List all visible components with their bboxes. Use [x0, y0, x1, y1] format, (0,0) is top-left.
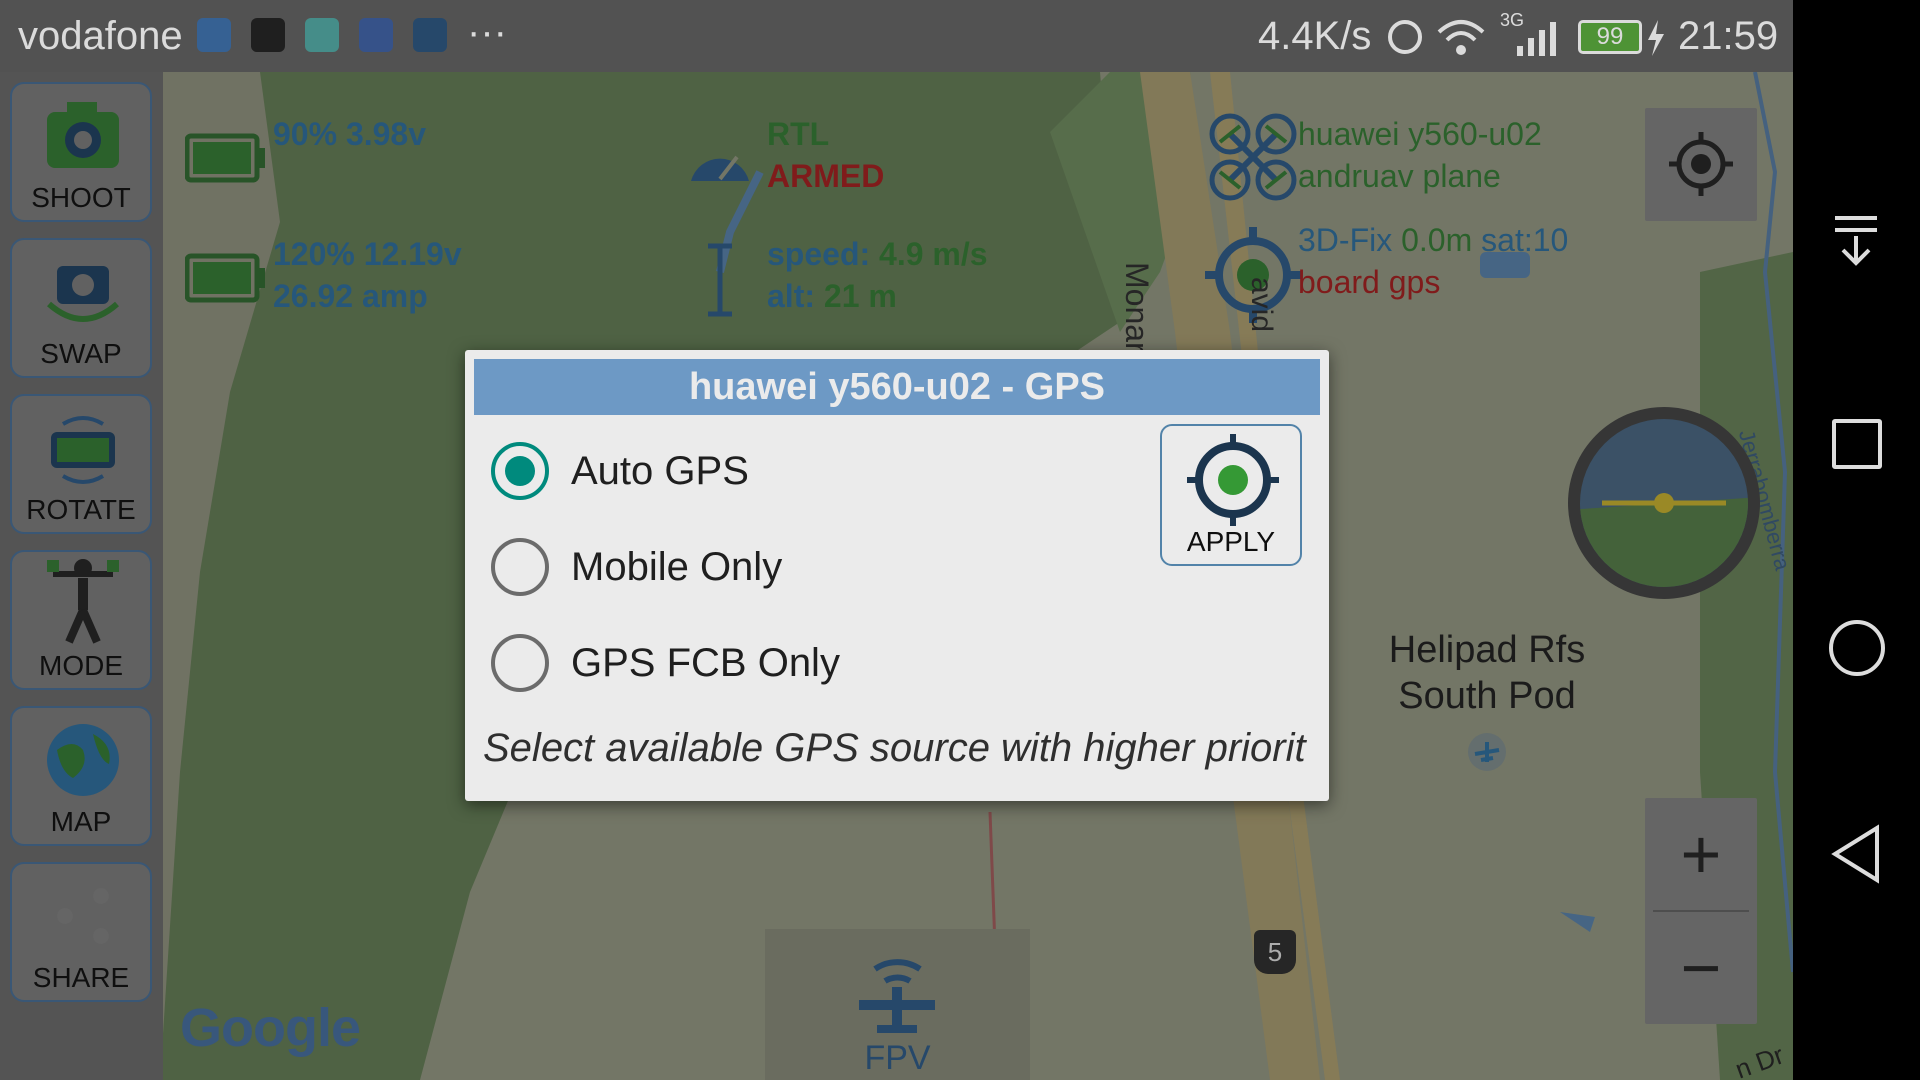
- alt-readout: alt: 21 m: [767, 278, 897, 315]
- zoom-in-button[interactable]: +: [1645, 798, 1757, 910]
- option-auto-gps[interactable]: Auto GPS: [491, 436, 749, 506]
- attitude-indicator: [1566, 405, 1762, 606]
- back-button[interactable]: [1829, 824, 1883, 884]
- pilot-icon: [47, 559, 119, 644]
- facebook-icon: [359, 18, 393, 52]
- shoot-label: SHOOT: [31, 182, 131, 213]
- speed-readout: speed: 4.9 m/s: [767, 236, 988, 273]
- radio-auto-gps[interactable]: [491, 442, 549, 500]
- vehicle-type: andruav plane: [1298, 158, 1501, 194]
- option-auto-gps-label: Auto GPS: [571, 448, 749, 493]
- swap-button[interactable]: SWAP: [10, 238, 152, 378]
- battery1-readout: 90% 3.98v: [273, 116, 427, 152]
- zoom-out-button[interactable]: −: [1645, 912, 1757, 1024]
- battery2-voltage: 120% 12.19v: [273, 236, 462, 272]
- status-bar: vodafone ··· 4.4K/s 3G 99 21:59: [0, 0, 1793, 72]
- home-button[interactable]: [1829, 620, 1885, 676]
- globe-icon: [47, 724, 119, 796]
- battery-status: 99: [1578, 20, 1642, 54]
- gps-fix: 3D-Fix: [1298, 222, 1393, 258]
- network-speed: 4.4K/s: [1258, 14, 1372, 58]
- alt-label: alt:: [767, 278, 815, 314]
- option-mobile-only[interactable]: Mobile Only: [491, 532, 782, 602]
- option-gps-fcb-only[interactable]: GPS FCB Only: [491, 628, 840, 698]
- option-gps-fcb-only-label: GPS FCB Only: [571, 640, 840, 685]
- rotate-button[interactable]: ROTATE: [10, 394, 152, 534]
- speed-value: 4.9 m/s: [879, 236, 988, 272]
- gps-status: 3D-Fix 0.0m sat:10: [1298, 222, 1568, 259]
- option-mobile-only-label: Mobile Only: [571, 544, 783, 589]
- gps-source: board gps: [1298, 264, 1441, 300]
- battery-icon: [184, 132, 267, 189]
- map-label: MAP: [50, 806, 112, 837]
- zoom-controls: + −: [1645, 798, 1757, 1024]
- speed-label: speed:: [767, 236, 871, 272]
- wifi-icon: [1437, 20, 1485, 55]
- apply-label: APPLY: [1186, 526, 1276, 557]
- camera-icon: [47, 102, 119, 168]
- airport-icon[interactable]: [1467, 732, 1507, 777]
- shoot-button[interactable]: SHOOT: [10, 82, 152, 222]
- arm-state: ARMED: [767, 158, 885, 194]
- radio-gps-fcb-only[interactable]: [491, 634, 549, 692]
- fpv-button[interactable]: FPV: [765, 929, 1030, 1080]
- charging-icon: [1648, 20, 1664, 56]
- rotate-label: ROTATE: [26, 494, 136, 525]
- alt-value: 21 m: [823, 278, 897, 314]
- gps-sat: sat:10: [1481, 222, 1569, 258]
- map-button[interactable]: MAP: [10, 706, 152, 846]
- health-app-icon: [251, 18, 285, 52]
- carrier-name: vodafone: [18, 14, 183, 58]
- mode-label: MODE: [39, 650, 123, 681]
- more-notifications-icon: ···: [467, 10, 507, 54]
- gps-source-dialog: huawei y560-u02 - GPS Auto GPS Mobile On…: [465, 350, 1329, 801]
- plane-signal-icon: [859, 959, 935, 1033]
- notification-pulldown-icon[interactable]: [1833, 214, 1879, 266]
- speedometer-icon: [685, 127, 755, 192]
- apply-button[interactable]: APPLY: [1160, 424, 1302, 566]
- dialog-title: huawei y560-u02 - GPS: [474, 359, 1320, 415]
- andruav-app-icon: [413, 18, 447, 52]
- rotate-icon: [51, 416, 115, 484]
- crosshair-icon: [1669, 132, 1733, 196]
- dialog-hint: Select available GPS source with higher …: [483, 726, 1306, 770]
- share-icon: [57, 888, 109, 944]
- route-shield: 5: [1254, 930, 1296, 974]
- poi-line2: South Pod: [1398, 675, 1576, 717]
- left-toolbar: SHOOT SWAP ROTATE MODE MAP SHARE: [0, 72, 163, 1080]
- vehicle-name: huawei y560-u02: [1298, 116, 1542, 152]
- my-location-button[interactable]: [1645, 108, 1757, 221]
- drone-icon: [1208, 112, 1298, 207]
- swap-camera-icon: [47, 266, 119, 322]
- battery2-current: 26.92 amp: [273, 278, 428, 314]
- poi-line1: Helipad Rfs: [1388, 629, 1586, 671]
- recent-apps-button[interactable]: [1832, 419, 1882, 469]
- android-app-icon: [305, 18, 339, 52]
- clock: 21:59: [1678, 14, 1779, 58]
- share-label: SHARE: [32, 962, 130, 993]
- google-logo: Google: [180, 998, 361, 1058]
- location-app-icon: [197, 18, 231, 52]
- alarm-icon: [1388, 20, 1422, 54]
- poi-label: Helipad Rfs South Pod: [1372, 627, 1602, 719]
- signal-icon: [1517, 22, 1556, 56]
- flight-mode: RTL: [767, 116, 830, 152]
- gps-alt: 0.0m: [1401, 222, 1473, 258]
- fpv-label: FPV: [864, 1039, 931, 1077]
- battery2-icon: [184, 252, 267, 309]
- radio-mobile-only[interactable]: [491, 538, 549, 596]
- swap-label: SWAP: [40, 338, 122, 369]
- altitude-icon: [703, 240, 737, 325]
- navigation-bar: [1793, 0, 1920, 1080]
- road-label-1: Monar: [1119, 262, 1155, 353]
- share-button[interactable]: SHARE: [10, 862, 152, 1002]
- gps-target-icon: [1187, 434, 1279, 526]
- road-label-2: avid: [1245, 277, 1278, 333]
- mode-button[interactable]: MODE: [10, 550, 152, 690]
